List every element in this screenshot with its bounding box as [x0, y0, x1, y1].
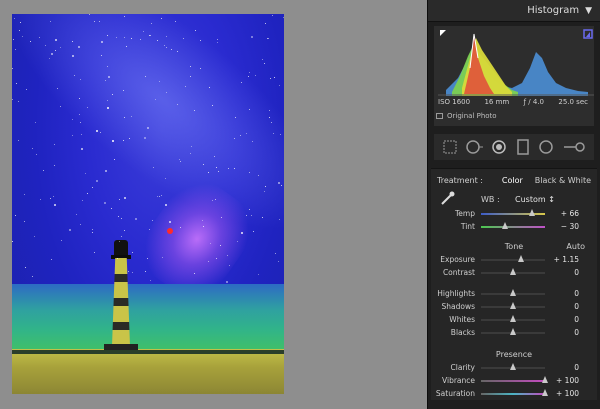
lighthouse — [104, 240, 138, 352]
shadows-label: Shadows — [441, 302, 475, 311]
contrast-track[interactable] — [481, 267, 545, 275]
vibrance-thumb[interactable] — [542, 375, 548, 383]
treatment-row: Treatment : Color Black & White — [431, 169, 597, 191]
clarity-value[interactable]: 0 — [545, 363, 579, 372]
blacks-track[interactable] — [481, 327, 545, 335]
treatment-label: Treatment : — [437, 175, 483, 185]
whites-thumb[interactable] — [510, 314, 516, 322]
auto-tone-button[interactable]: Auto — [566, 242, 585, 251]
vibrance-value[interactable]: + 100 — [545, 376, 579, 385]
original-photo-toggle[interactable]: Original Photo — [436, 112, 497, 120]
collapse-triangle-icon[interactable]: ▼ — [585, 6, 592, 16]
aperture: ƒ / 4.0 — [523, 98, 544, 106]
exif-row: ISO 1600 16 mm ƒ / 4.0 25.0 sec — [438, 98, 588, 106]
exposure-value[interactable]: + 1.15 — [545, 255, 579, 264]
beach — [12, 349, 284, 394]
blacks-thumb[interactable] — [510, 327, 516, 335]
shadows-value[interactable]: 0 — [545, 302, 579, 311]
highlights-value[interactable]: 0 — [545, 289, 579, 298]
shoreline — [12, 350, 284, 354]
blacks-value[interactable]: 0 — [545, 328, 579, 337]
histogram[interactable]: ISO 1600 16 mm ƒ / 4.0 25.0 sec Original… — [434, 26, 594, 126]
tone-header: Tone Auto — [431, 239, 597, 253]
image-canvas — [0, 0, 427, 409]
histogram-title: Histogram — [527, 5, 580, 16]
treatment-color-option[interactable]: Color — [502, 176, 523, 185]
radial-filter-icon[interactable] — [538, 139, 554, 155]
wb-label: WB : — [481, 194, 500, 204]
tool-strip — [434, 134, 594, 160]
contrast-slider[interactable]: Contrast 0 — [431, 266, 597, 279]
original-photo-icon — [436, 113, 443, 119]
exposure-track[interactable] — [481, 254, 545, 262]
red-eye-icon[interactable] — [491, 139, 507, 155]
whites-track[interactable] — [481, 314, 545, 322]
exposure-label: Exposure — [440, 255, 475, 264]
clarity-slider[interactable]: Clarity 0 — [431, 361, 597, 374]
saturation-track[interactable] — [481, 388, 548, 396]
tint-track[interactable] — [481, 221, 545, 229]
highlights-label: Highlights — [437, 289, 475, 298]
shadows-thumb[interactable] — [510, 301, 516, 309]
photo[interactable] — [12, 14, 284, 394]
clarity-track[interactable] — [481, 362, 545, 370]
whites-value[interactable]: 0 — [545, 315, 579, 324]
saturation-slider[interactable]: Saturation + 100 — [431, 387, 597, 400]
horizon-band — [12, 284, 284, 349]
wb-preset-select[interactable]: Custom ↕ — [515, 195, 555, 204]
adjustment-brush-icon[interactable] — [562, 139, 586, 155]
graduated-filter-icon[interactable] — [515, 139, 531, 155]
blacks-label: Blacks — [450, 328, 475, 337]
presence-header: Presence — [431, 347, 597, 361]
clarity-label: Clarity — [450, 363, 475, 372]
blacks-slider[interactable]: Blacks 0 — [431, 326, 597, 339]
temp-slider[interactable]: Temp + 66 — [431, 207, 597, 220]
original-photo-label: Original Photo — [447, 112, 497, 120]
highlights-track[interactable] — [481, 288, 545, 296]
shadows-slider[interactable]: Shadows 0 — [431, 300, 597, 313]
highlights-thumb[interactable] — [510, 288, 516, 296]
shadows-track[interactable] — [481, 301, 545, 309]
temp-thumb[interactable] — [529, 208, 536, 216]
vibrance-label: Vibrance — [442, 376, 475, 385]
shutter-speed: 25.0 sec — [558, 98, 588, 106]
temp-track[interactable] — [481, 208, 545, 216]
whites-label: Whites — [449, 315, 475, 324]
iso-value: ISO 1600 — [438, 98, 471, 106]
temp-value[interactable]: + 66 — [545, 209, 579, 218]
whites-slider[interactable]: Whites 0 — [431, 313, 597, 326]
contrast-value[interactable]: 0 — [545, 268, 579, 277]
focal-length: 16 mm — [484, 98, 510, 106]
wb-arrow-icon: ↕ — [548, 194, 555, 204]
histogram-header[interactable]: Histogram ▼ — [428, 0, 600, 22]
wb-eyedropper-icon[interactable] — [440, 190, 456, 206]
contrast-thumb[interactable] — [510, 267, 516, 275]
tint-slider[interactable]: Tint − 30 — [431, 220, 597, 233]
presence-title: Presence — [495, 349, 533, 359]
highlights-slider[interactable]: Highlights 0 — [431, 287, 597, 300]
saturation-value[interactable]: + 100 — [545, 389, 579, 398]
treatment-bw-option[interactable]: Black & White — [535, 176, 591, 185]
exposure-slider[interactable]: Exposure + 1.15 — [431, 253, 597, 266]
red-spot — [167, 228, 173, 234]
tint-value[interactable]: − 30 — [545, 222, 579, 231]
tint-label: Tint — [460, 222, 475, 231]
crop-icon[interactable] — [442, 139, 458, 155]
saturation-thumb[interactable] — [542, 388, 548, 396]
histogram-graph — [438, 28, 594, 96]
temp-label: Temp — [455, 209, 475, 218]
clarity-thumb[interactable] — [510, 362, 516, 370]
tint-thumb[interactable] — [502, 221, 509, 229]
contrast-label: Contrast — [442, 268, 475, 277]
vibrance-slider[interactable]: Vibrance + 100 — [431, 374, 597, 387]
spot-removal-icon[interactable] — [465, 139, 484, 155]
saturation-label: Saturation — [435, 389, 475, 398]
tone-title: Tone — [504, 241, 524, 251]
exposure-thumb[interactable] — [517, 254, 524, 262]
vibrance-track[interactable] — [481, 375, 548, 383]
